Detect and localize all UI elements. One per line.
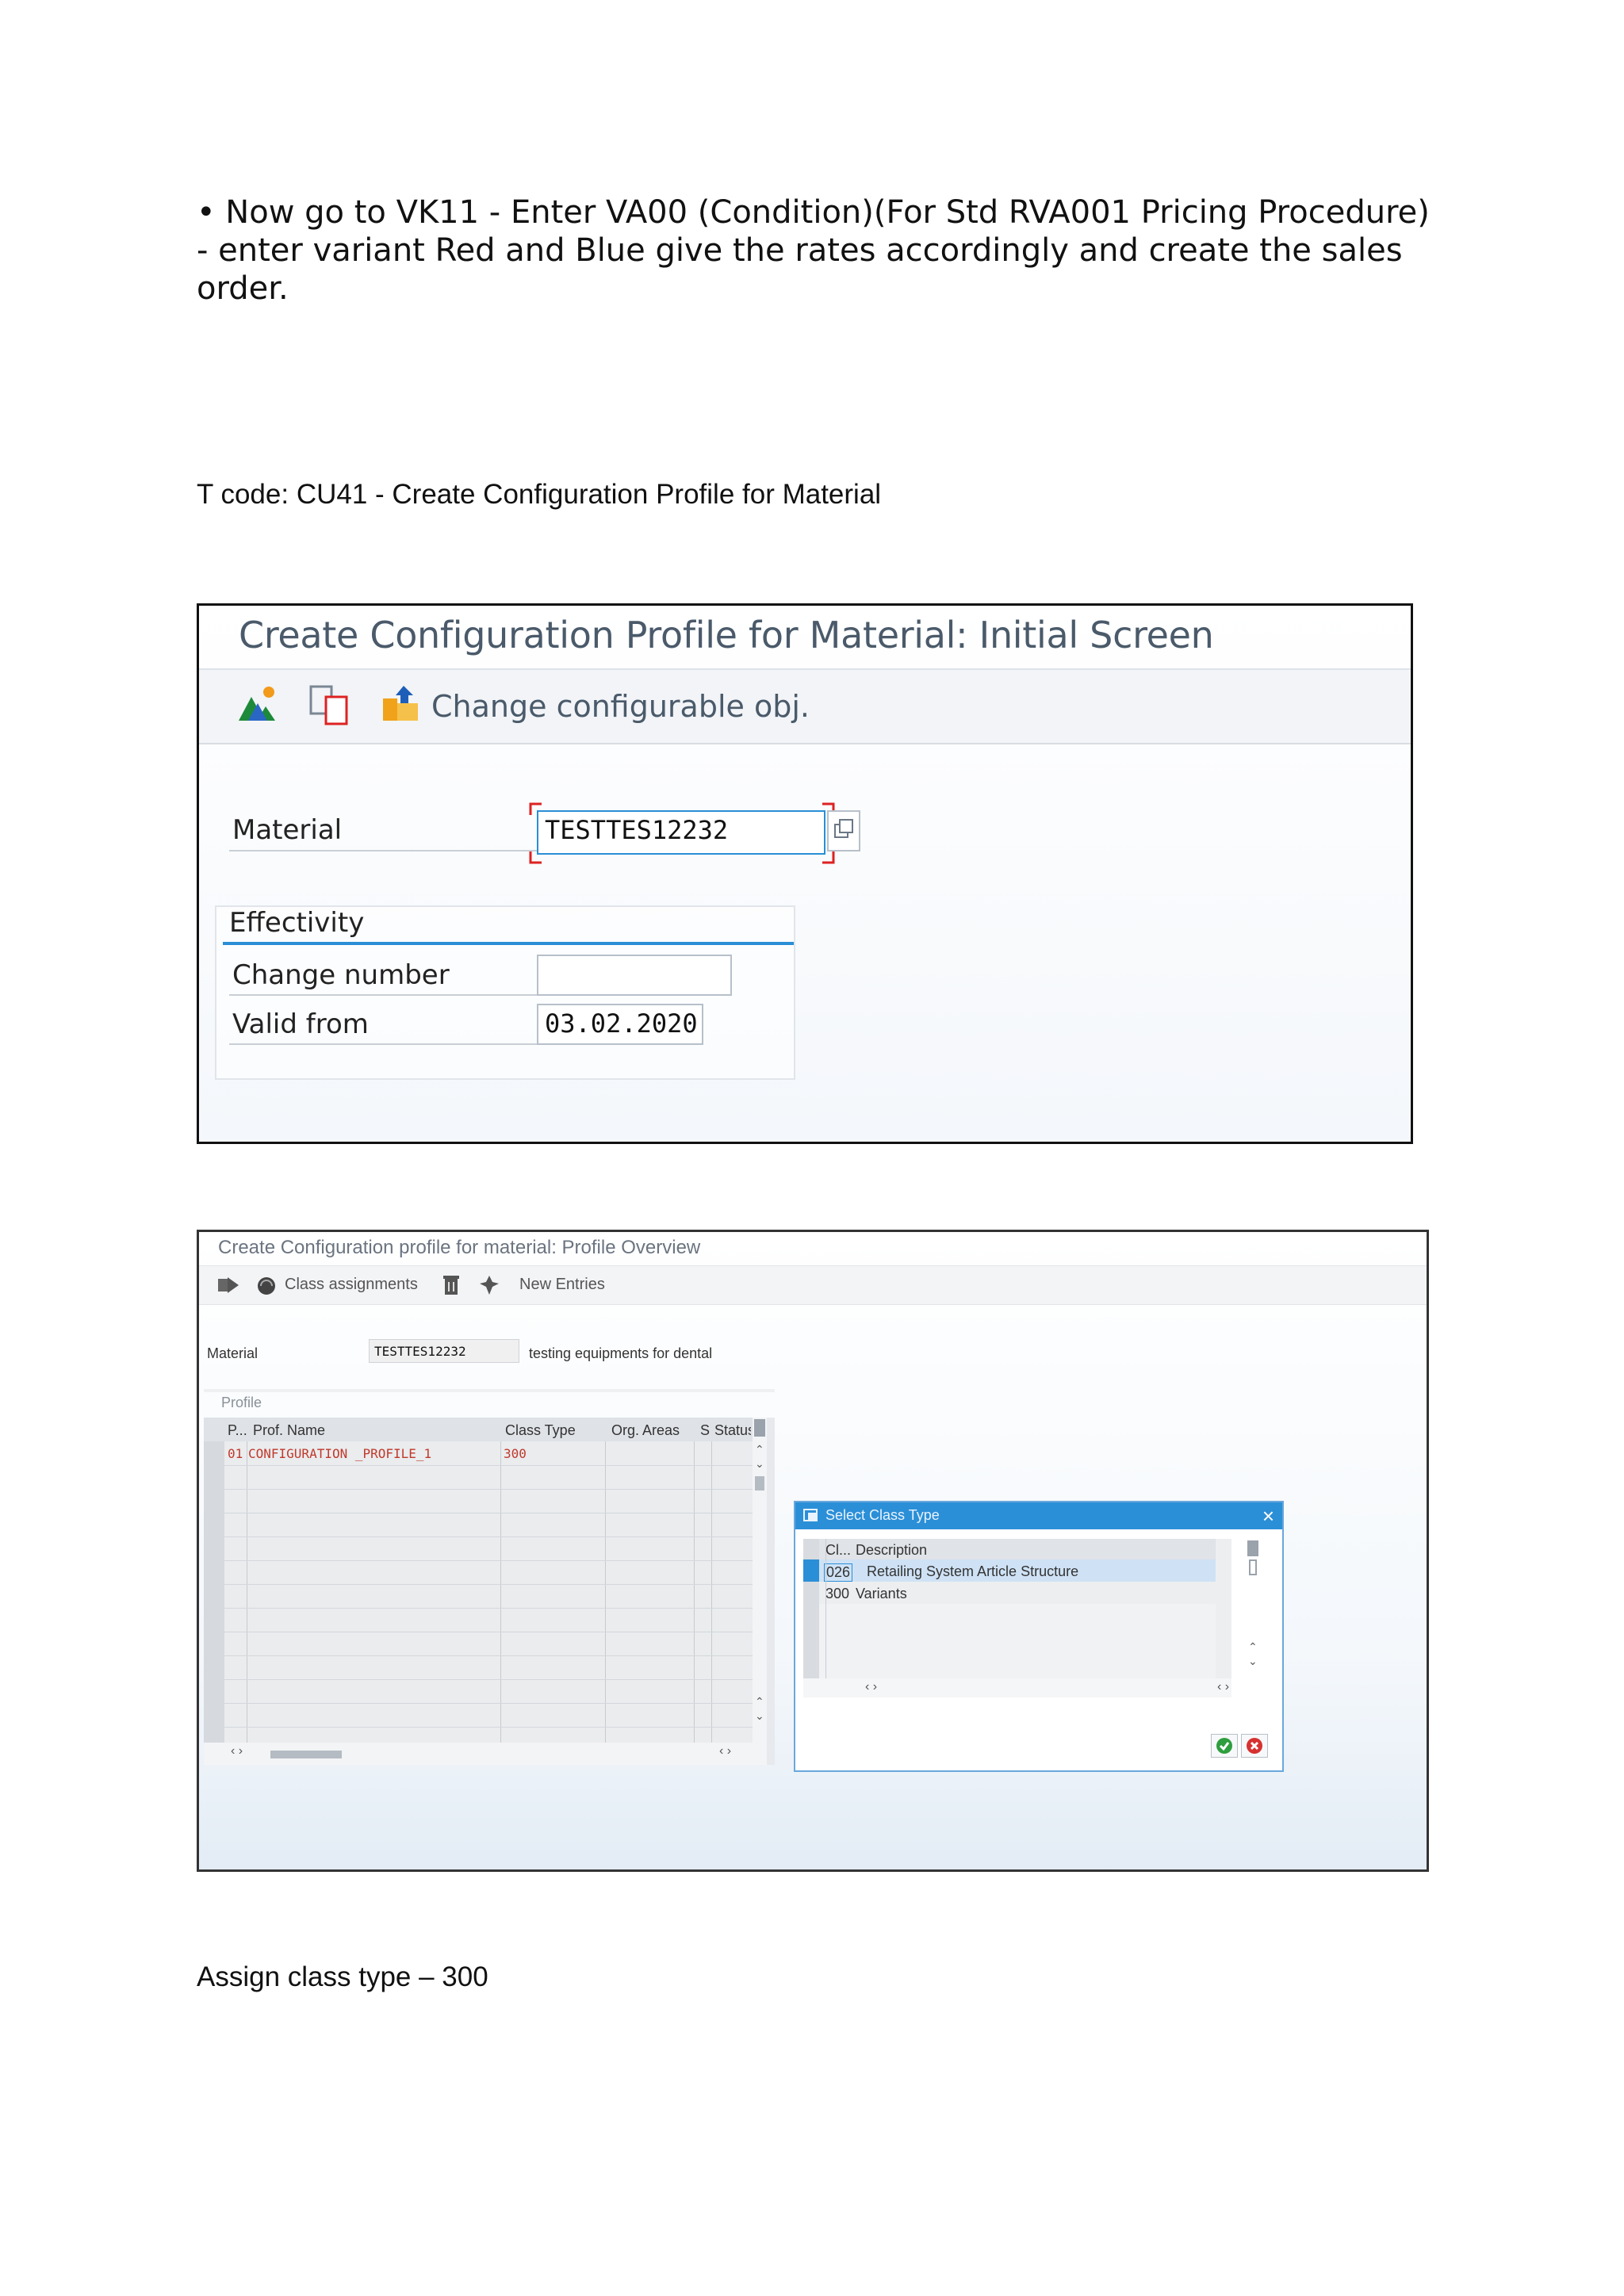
close-icon[interactable]: × [1262,1504,1274,1529]
dialog-title: Select Class Type [825,1507,940,1523]
focus-frame [529,802,835,864]
change-number-label: Change number [232,959,450,991]
class-026: 026 [824,1563,853,1582]
material-label: Material [207,1345,259,1361]
profile-separator [204,1389,775,1392]
screenshot-initial-screen: Create Configuration Profile for Materia… [197,603,1413,1144]
vertical-scrollbar[interactable]: ⌃ ⌄ ⌃ ⌄ [753,1418,767,1743]
material-description: testing equipments for dental [529,1345,713,1361]
dialog-table-header: Cl... Description [819,1539,1216,1559]
column-header-org-areas[interactable]: Org. Areas [611,1422,680,1439]
screen-title: Create Configuration Profile for Materia… [239,614,1214,656]
display-change-icon[interactable] [216,1274,240,1296]
table-header: P... Prof. Name Class Type Org. Areas S … [204,1418,767,1441]
scroll-thumb[interactable] [755,1476,764,1490]
class-026-description: Retailing System Article Structure [867,1563,1079,1579]
column-header-description[interactable]: Description [856,1542,927,1559]
horizontal-scrollbar[interactable]: ‹ › ‹ › [204,1743,767,1765]
material-label-underline [229,850,537,851]
confirm-button[interactable] [1211,1734,1238,1758]
profile-icon[interactable] [237,686,277,724]
change-number-underline [229,994,537,996]
application-toolbar: Change configurable obj. [199,670,1411,744]
screenshot-profile-overview: Create Configuration profile for materia… [197,1230,1429,1872]
dialog-vertical-scrollbar[interactable]: ⌃ ⌄ [1246,1539,1260,1697]
change-configurable-obj-button[interactable]: Change configurable obj. [431,689,810,724]
instruction-paragraph: • Now go to VK11 - Enter VA00 (Condition… [197,194,1430,307]
dialog-col-line [825,1539,826,1682]
dialog-scroll-right-icon[interactable]: ‹ › [1217,1680,1229,1694]
effectivity-title: Effectivity [229,907,365,939]
profile-section-label: Profile [221,1395,262,1410]
new-entries-button[interactable]: New Entries [519,1276,605,1294]
change-object-icon[interactable] [380,683,423,725]
assign-class-type-caption: Assign class type – 300 [197,1961,488,1992]
column-header-status[interactable]: Status [714,1422,751,1439]
list-item[interactable]: 026 Retailing System Article Structure [819,1559,1216,1582]
cell-class-type: 300 [504,1446,527,1461]
horizontal-scroll-thumb[interactable] [270,1751,342,1758]
scroll-up-icon[interactable]: ⌃ [755,1443,764,1456]
scroll-down-icon[interactable]: ⌄ [755,1457,764,1471]
check-icon [1216,1738,1232,1754]
scroll-down-bottom-icon[interactable]: ⌄ [755,1709,764,1723]
column-header-prof-name[interactable]: Prof. Name [253,1422,325,1439]
dialog-column-settings-icon[interactable] [1247,1540,1258,1556]
dialog-scroll-up-icon[interactable]: ⌃ [1248,1640,1258,1654]
scroll-left-icon[interactable]: ‹ › [231,1744,243,1758]
column-header-class-type[interactable]: Class Type [505,1422,576,1439]
column-header-class[interactable]: Cl... [825,1542,851,1559]
class-type-table: Cl... Description 026 Retailing System A… [803,1539,1231,1697]
new-entries-icon[interactable] [478,1274,500,1296]
material-label: Material [232,814,343,846]
change-number-input[interactable] [537,955,732,996]
valid-from-underline [229,1043,537,1045]
class-assignment-icon[interactable] [256,1276,277,1296]
dialog-titlebar: Select Class Type × [795,1502,1282,1529]
value-help-icon [834,819,853,838]
dialog-empty-rows [819,1604,1216,1680]
screen-title: Create Configuration profile for materia… [218,1237,701,1258]
list-item[interactable]: 300 Variants [819,1582,1216,1604]
scroll-right-icon[interactable]: ‹ › [719,1744,731,1758]
selected-row-marker[interactable] [803,1559,819,1582]
cell-prof-name: CONFIGURATION _PROFILE_1 [248,1446,432,1461]
column-settings-icon[interactable] [754,1419,765,1437]
class-assignments-button[interactable]: Class assignments [285,1276,418,1294]
class-300: 300 [825,1586,850,1601]
application-toolbar: Class assignments New Entries [199,1265,1427,1305]
class-300-description: Variants [856,1586,907,1601]
profile-table: P... Prof. Name Class Type Org. Areas S … [204,1418,775,1765]
table-row[interactable]: 01 CONFIGURATION _PROFILE_1 300 [224,1441,753,1465]
row-selector-column[interactable] [204,1441,224,1743]
dialog-icon [803,1509,818,1521]
tcode-caption: T code: CU41 - Create Configuration Prof… [197,479,882,510]
valid-from-input[interactable]: 03.02.2020 [537,1004,703,1045]
valid-from-label: Valid from [232,1008,369,1040]
dialog-scroll-left-icon[interactable]: ‹ › [865,1680,877,1694]
column-header-p[interactable]: P... [228,1422,247,1439]
value-help-button[interactable] [827,810,860,851]
dialog-scroll-thumb[interactable] [1249,1559,1257,1575]
table-body: 01 CONFIGURATION _PROFILE_1 300 [224,1441,753,1743]
material-field[interactable]: TESTTES12232 [369,1339,519,1363]
cancel-button[interactable] [1241,1734,1268,1758]
effectivity-group: Effectivity Change number Valid from 03.… [215,905,795,1080]
delete-icon[interactable] [442,1274,461,1296]
effectivity-title-line [223,942,794,945]
dialog-scroll-down-icon[interactable]: ⌄ [1248,1655,1258,1668]
scroll-up-bottom-icon[interactable]: ⌃ [755,1695,764,1709]
select-class-type-dialog: Select Class Type × Cl... Description 02… [794,1501,1284,1772]
copy-icon[interactable] [308,684,350,725]
cancel-icon [1247,1738,1262,1754]
cell-p: 01 [228,1446,243,1461]
dialog-horizontal-scrollbar[interactable]: ‹ › ‹ › [803,1678,1231,1697]
column-header-s[interactable]: S [700,1422,710,1439]
